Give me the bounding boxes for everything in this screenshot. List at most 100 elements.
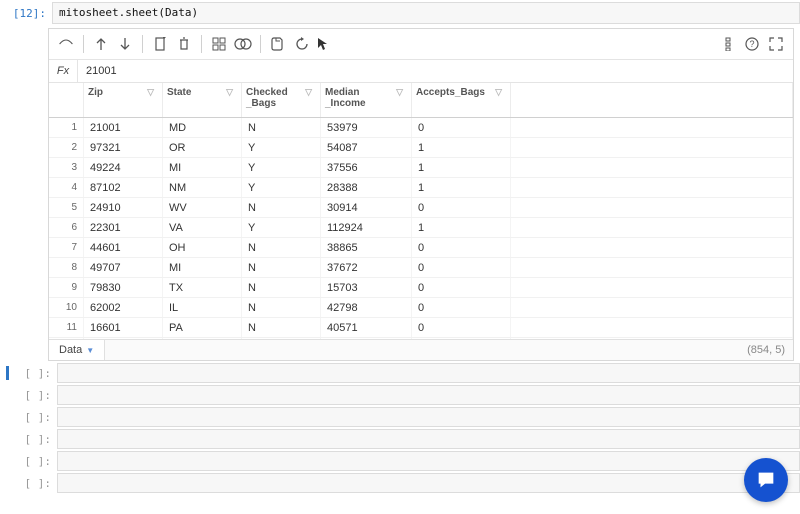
import-icon[interactable] [90,33,112,55]
sheet-tab-data[interactable]: Data ▼ [49,340,105,360]
table-row[interactable]: 622301VAY1129241 [49,218,793,238]
table-row[interactable]: 487102NMY283881 [49,178,793,198]
cell-state[interactable]: MD [163,118,242,138]
cell-state[interactable]: MI [163,258,242,278]
cursor-icon[interactable] [315,33,329,55]
cell-zip[interactable]: 21001 [84,118,163,138]
cell-zip[interactable]: 49224 [84,158,163,178]
cell-accepts-bags[interactable]: 1 [412,158,511,178]
empty-cell[interactable]: [ ]: [0,407,800,427]
code-input[interactable] [57,385,800,405]
cell-checked-bags[interactable]: Y [242,138,321,158]
cell-zip[interactable]: 79830 [84,278,163,298]
cell-accepts-bags[interactable]: 1 [412,178,511,198]
cell-accepts-bags[interactable]: 0 [412,198,511,218]
replay-icon[interactable] [291,33,313,55]
steps-icon[interactable] [717,33,739,55]
cell-median-income[interactable]: 40571 [321,318,412,338]
cell-median-income[interactable]: 37556 [321,158,412,178]
cell-state[interactable]: WV [163,198,242,218]
delete-icon[interactable] [173,33,195,55]
cell-median-income[interactable]: 53979 [321,118,412,138]
cell-checked-bags[interactable]: N [242,298,321,318]
code-input[interactable] [57,429,800,449]
column-header-checked-bags[interactable]: Checked _Bags▽ [242,83,321,118]
chat-bubble-icon[interactable] [744,458,788,502]
cell-accepts-bags[interactable]: 0 [412,318,511,338]
cell-zip[interactable]: 24910 [84,198,163,218]
cell-state[interactable]: IL [163,298,242,318]
cell-checked-bags[interactable]: N [242,198,321,218]
column-header-median-income[interactable]: Median _Income▽ [321,83,412,118]
cell-accepts-bags[interactable]: 0 [412,278,511,298]
fullscreen-icon[interactable] [765,33,787,55]
cell-zip[interactable]: 16601 [84,318,163,338]
cell-median-income[interactable]: 28388 [321,178,412,198]
table-row[interactable]: 849707MIN376720 [49,258,793,278]
cell-accepts-bags[interactable]: 0 [412,258,511,278]
cell-accepts-bags[interactable]: 0 [412,298,511,318]
cell-median-income[interactable]: 15703 [321,278,412,298]
empty-cell[interactable]: [ ]: [0,363,800,383]
table-row[interactable]: 744601OHN388650 [49,238,793,258]
cell-state[interactable]: TX [163,278,242,298]
empty-cell[interactable]: [ ]: [0,451,800,471]
code-input[interactable] [57,407,800,427]
table-row[interactable]: 349224MIY375561 [49,158,793,178]
add-column-icon[interactable] [149,33,171,55]
table-row[interactable]: 121001MDN539790 [49,118,793,138]
cell-zip[interactable]: 87102 [84,178,163,198]
table-row[interactable]: 524910WVN309140 [49,198,793,218]
cell-zip[interactable]: 97321 [84,138,163,158]
column-header-accepts-bags[interactable]: Accepts_Bags▽ [412,83,511,118]
cell-zip[interactable]: 62002 [84,298,163,318]
column-header-zip[interactable]: Zip▽ [84,83,163,118]
cell-state[interactable]: OH [163,238,242,258]
cell-zip[interactable]: 44601 [84,238,163,258]
code-input[interactable]: mitosheet.sheet(Data) [52,2,800,24]
merge-icon[interactable] [232,33,254,55]
filter-icon[interactable]: ▽ [147,87,158,98]
filter-icon[interactable]: ▽ [495,87,506,98]
cell-accepts-bags[interactable]: 1 [412,218,511,238]
cell-state[interactable]: OR [163,138,242,158]
export-icon[interactable] [114,33,136,55]
cell-checked-bags[interactable]: Y [242,218,321,238]
code-input[interactable] [57,473,800,493]
cell-state[interactable]: PA [163,318,242,338]
cell-median-income[interactable]: 42798 [321,298,412,318]
cell-checked-bags[interactable]: N [242,118,321,138]
undo-icon[interactable] [55,33,77,55]
pivot-icon[interactable] [208,33,230,55]
cell-checked-bags[interactable]: N [242,258,321,278]
chevron-down-icon[interactable]: ▼ [86,346,94,355]
table-row[interactable]: 1116601PAN405710 [49,318,793,338]
column-header-state[interactable]: State▽ [163,83,242,118]
cell-checked-bags[interactable]: N [242,278,321,298]
filter-icon[interactable]: ▽ [305,87,316,98]
cell-median-income[interactable]: 54087 [321,138,412,158]
empty-cell[interactable]: [ ]: [0,473,800,493]
code-input[interactable] [57,363,800,383]
help-icon[interactable]: ? [741,33,763,55]
table-row[interactable]: 1062002ILN427980 [49,298,793,318]
cell-accepts-bags[interactable]: 0 [412,238,511,258]
cell-state[interactable]: NM [163,178,242,198]
table-row[interactable]: 297321ORY540871 [49,138,793,158]
cell-checked-bags[interactable]: N [242,318,321,338]
cell-accepts-bags[interactable]: 1 [412,138,511,158]
code-input[interactable] [57,451,800,471]
cell-accepts-bags[interactable]: 0 [412,118,511,138]
cell-checked-bags[interactable]: Y [242,178,321,198]
table-row[interactable]: 979830TXN157030 [49,278,793,298]
cell-state[interactable]: VA [163,218,242,238]
data-grid[interactable]: Zip▽ State▽ Checked _Bags▽ Median _Incom… [49,83,793,339]
cell-state[interactable]: MI [163,158,242,178]
cell-zip[interactable]: 49707 [84,258,163,278]
filter-icon[interactable]: ▽ [396,87,407,98]
empty-cell[interactable]: [ ]: [0,429,800,449]
filter-icon[interactable]: ▽ [226,87,237,98]
empty-cell[interactable]: [ ]: [0,385,800,405]
cell-zip[interactable]: 22301 [84,218,163,238]
cell-median-income[interactable]: 30914 [321,198,412,218]
